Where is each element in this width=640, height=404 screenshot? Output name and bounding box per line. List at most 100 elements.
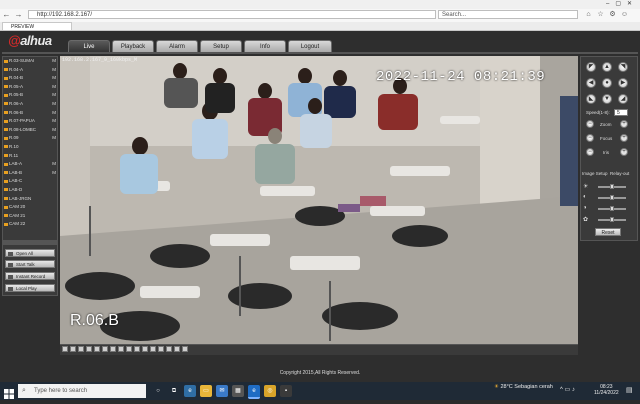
audio-icon[interactable] <box>142 346 148 352</box>
device-item[interactable]: R.04-A M <box>3 66 57 75</box>
ptz-up-left-icon[interactable]: ◤ <box>586 62 596 72</box>
iris-close-icon[interactable]: − <box>586 148 594 156</box>
tab-setup[interactable]: Setup <box>200 40 242 52</box>
windows-start-icon[interactable] <box>4 386 14 399</box>
zoom-digital-icon[interactable] <box>134 346 140 352</box>
device-item[interactable]: LAB-A M <box>3 160 57 169</box>
ptz-center-icon[interactable]: ● <box>602 78 612 88</box>
device-item[interactable]: R.08-LOMBC M <box>3 126 57 135</box>
device-item[interactable]: R.09 M <box>3 134 57 143</box>
prev-icon[interactable] <box>174 346 180 352</box>
device-item[interactable]: R.04-B M <box>3 74 57 83</box>
forward-icon[interactable]: → <box>14 10 23 19</box>
device-list[interactable]: R.03-SUMAI M R.04-A M R.04-B M R.05-A M R.05… <box>3 57 57 239</box>
ptz-down-icon[interactable]: ▼ <box>602 94 612 104</box>
tab-live[interactable]: Live <box>68 40 110 52</box>
record-clip-icon[interactable] <box>126 346 132 352</box>
layout-16-icon[interactable] <box>86 346 92 352</box>
browser-tab[interactable]: PREVIEW <box>2 22 72 30</box>
ptz-down-right-icon[interactable]: ◢ <box>618 94 628 104</box>
favorites-icon[interactable]: ☆ <box>596 10 605 19</box>
edge-browser-icon[interactable]: e <box>184 385 196 397</box>
layout-1-icon[interactable] <box>62 346 68 352</box>
device-item[interactable]: LAB-C <box>3 177 57 186</box>
zoom-out-icon[interactable]: − <box>586 120 594 128</box>
address-bar[interactable]: http://192.168.2.167/ <box>28 10 436 19</box>
device-item[interactable]: CAM 20 <box>3 203 57 212</box>
back-icon[interactable]: ← <box>2 10 11 19</box>
ptz-up-icon[interactable]: ▲ <box>602 62 612 72</box>
app-icon[interactable]: ▪ <box>280 385 292 397</box>
tab-logout[interactable]: Logout <box>288 40 332 52</box>
saturation-knob[interactable] <box>610 206 614 211</box>
device-list-scrollbar[interactable] <box>3 240 57 245</box>
internet-explorer-icon[interactable]: e <box>248 385 260 399</box>
ptz-up-right-icon[interactable]: ◥ <box>618 62 628 72</box>
settings-icon[interactable]: ⚙ <box>608 10 617 19</box>
focus-far-icon[interactable]: + <box>620 134 628 142</box>
device-item[interactable]: R.05-A M <box>3 83 57 92</box>
device-item[interactable]: LAB-D <box>3 186 57 195</box>
notifications-icon[interactable]: ▤ <box>626 386 633 394</box>
live-video-feed[interactable]: 192.168.2.167_9_160kbps_M 2022-11-24 08:… <box>60 56 578 344</box>
brightness-knob[interactable] <box>610 184 614 189</box>
window-controls[interactable]: –▢✕ <box>606 0 640 9</box>
fullscreen-icon[interactable] <box>102 346 108 352</box>
snapshot-icon[interactable] <box>118 346 124 352</box>
device-item[interactable]: R.06-A M <box>3 100 57 109</box>
device-item[interactable]: CAM 21 <box>3 212 57 221</box>
device-item[interactable]: R.10 <box>3 143 57 152</box>
tab-info[interactable]: Info <box>244 40 286 52</box>
contrast-icon: ◐ <box>583 194 587 200</box>
layout-custom-icon[interactable] <box>94 346 100 352</box>
focus-near-icon[interactable]: − <box>586 134 594 142</box>
start-talk-button[interactable]: Start Talk <box>5 260 55 268</box>
layout-4-icon[interactable] <box>70 346 76 352</box>
browser-search-input[interactable]: Search... <box>438 10 578 19</box>
feedback-icon[interactable]: ☺ <box>620 10 629 19</box>
reset-button[interactable]: Reset <box>595 228 621 236</box>
close-video-icon[interactable] <box>150 346 156 352</box>
device-item[interactable]: LAB-B M <box>3 169 57 178</box>
device-item[interactable]: R.11 <box>3 152 57 161</box>
device-item[interactable]: LAB-JRGN <box>3 195 57 204</box>
speed-select[interactable]: 5 <box>614 109 628 116</box>
camera-icon <box>4 76 8 80</box>
device-item[interactable]: R.03-SUMAI M <box>3 57 57 66</box>
ptz-right-icon[interactable]: ▶ <box>618 78 628 88</box>
tab-image-setup[interactable]: Image Setup <box>582 171 608 176</box>
tab-playback[interactable]: Playback <box>112 40 154 52</box>
weather-widget[interactable]: ☀ 28°C Sebagian cerah <box>494 384 553 391</box>
layout-9-icon[interactable] <box>78 346 84 352</box>
contrast-knob[interactable] <box>610 195 614 200</box>
tab-alarm[interactable]: Alarm <box>156 40 198 52</box>
ratio-icon[interactable] <box>110 346 116 352</box>
camera-icon <box>4 145 8 149</box>
chrome-icon[interactable]: ◎ <box>264 385 276 397</box>
zoom-in-icon[interactable]: + <box>620 120 628 128</box>
store-icon[interactable]: ▦ <box>232 385 244 397</box>
tray-icons[interactable]: ^ ▭ ♪ <box>560 386 575 393</box>
tab-relay-out[interactable]: Relay-out <box>610 171 629 176</box>
home-icon[interactable]: ⌂ <box>584 10 593 19</box>
device-item[interactable]: R.06-B M <box>3 109 57 118</box>
next-icon[interactable] <box>182 346 188 352</box>
cortana-icon[interactable]: ○ <box>152 385 164 397</box>
device-item[interactable]: CAM 22 <box>3 220 57 229</box>
task-view-icon[interactable]: ⧉ <box>168 385 180 397</box>
file-explorer-icon[interactable]: ▭ <box>200 385 212 397</box>
instant-record-button[interactable]: Instant Record <box>5 272 55 280</box>
device-item[interactable]: R.07-PAPUA M <box>3 117 57 126</box>
taskbar-clock[interactable]: 08:23 11/24/2022 <box>594 384 619 396</box>
ptz-left-icon[interactable]: ◀ <box>586 78 596 88</box>
mail-icon[interactable]: ✉ <box>216 385 228 397</box>
iris-open-icon[interactable]: + <box>620 148 628 156</box>
taskbar-search-input[interactable]: Type here to search <box>18 384 146 398</box>
tour-icon[interactable] <box>166 346 172 352</box>
hue-knob[interactable] <box>610 217 614 222</box>
stream-select-icon[interactable] <box>158 346 164 352</box>
ptz-down-left-icon[interactable]: ◣ <box>586 94 596 104</box>
local-play-button[interactable]: Local Play <box>5 284 55 292</box>
open-all-button[interactable]: Open All <box>5 249 55 257</box>
device-item[interactable]: R.05-B M <box>3 91 57 100</box>
